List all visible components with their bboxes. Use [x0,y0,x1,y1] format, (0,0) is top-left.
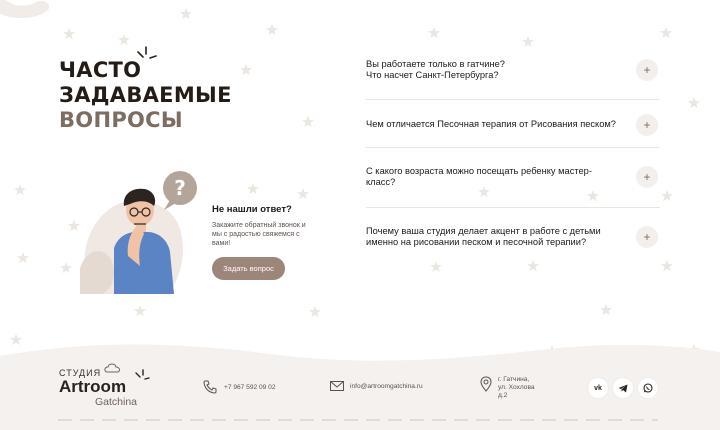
ask-question-block: Не нашли ответ? Закажите обратный звонок… [212,204,342,248]
faq-question[interactable]: Почему ваша студия делает акцент в работ… [366,226,634,248]
footer-divider [58,419,658,421]
address-text: г. Гатчина, ул. Хохлова д.2 [498,376,535,400]
faq-title: ЧАСТО ЗАДАВАЕМЫЕ ВОПРОСЫ [59,58,232,133]
faq-question-line: класс? [366,177,396,187]
faq-item[interactable]: Почему ваша студия делает акцент в работ… [366,208,660,264]
expand-plus-icon[interactable]: + [636,114,658,136]
ask-question-button[interactable]: Задать вопрос [212,257,285,280]
faq-question-line: Вы работаете только в гатчине? [366,59,505,69]
corner-doodle [0,0,50,19]
ask-text-line-3: вами! [212,240,231,247]
logo-brand: Artroom [59,377,127,396]
faq-question[interactable]: С какого возраста можно посещать ребенку… [366,166,634,188]
faq-question-line: Почему ваша студия делает акцент в работ… [366,226,601,236]
sparkle-icon [137,46,157,59]
faq-title-line-3: ВОПРОСЫ [59,108,183,132]
address-line: г. Гатчина, [498,376,530,383]
thinking-person-illustration: ? [80,171,197,294]
ask-text-line-1: Закажите обратный звонок и [212,222,306,229]
whatsapp-icon[interactable] [638,378,658,398]
phone-icon [203,380,217,394]
faq-question-line: С какого возраста можно посещать ребенку… [366,166,592,176]
faq-question-line: Чем отличается Песочная терапия от Рисов… [366,119,616,129]
faq-item[interactable]: Чем отличается Песочная терапия от Рисов… [366,100,660,148]
expand-plus-icon[interactable]: + [636,166,658,188]
faq-question[interactable]: Чем отличается Песочная терапия от Рисов… [366,119,634,130]
telegram-icon[interactable] [613,378,633,398]
faq-question-line: Что насчет Санкт-Петербурга? [366,70,499,80]
logo-cloud-icon [104,363,120,373]
question-bubble-icon: ? [174,176,186,200]
logo-city: Gatchina [95,396,138,408]
footer-logo[interactable]: СТУДИЯ Artroom Gatchina [59,368,137,408]
email-address[interactable]: info@artroomgatchina.ru [350,383,423,390]
ask-text-line-2: мы с радостью свяжемся с [212,231,300,238]
address-line: д.2 [498,392,508,399]
faq-question-line: именно на рисовании песком и песочной те… [366,237,587,247]
faq-item[interactable]: С какого возраста можно посещать ребенку… [366,148,660,208]
expand-plus-icon[interactable]: + [636,226,658,248]
address-line: ул. Хохлова [498,384,535,391]
mail-icon [330,381,344,391]
phone-number[interactable]: +7 967 592 09 02 [224,384,276,391]
faq-question[interactable]: Вы работаете только в гатчине? Что насче… [366,59,634,81]
ask-heading: Не нашли ответ? [212,204,292,215]
logo-sparkle-icon [135,369,150,380]
vk-icon[interactable]: vk [588,378,608,398]
footer-address: г. Гатчина, ул. Хохлова д.2 [480,376,535,400]
footer-email[interactable]: info@artroomgatchina.ru [330,381,423,391]
location-pin-icon [480,376,492,392]
expand-plus-icon[interactable]: + [636,59,658,81]
footer-phone[interactable]: +7 967 592 09 02 [202,379,276,395]
faq-title-line-2: ЗАДАВАЕМЫЕ [59,83,232,107]
faq-item[interactable]: Вы работаете только в гатчине? Что насче… [366,48,660,100]
ask-description: Закажите обратный звонок и мы с радостью… [212,221,342,248]
